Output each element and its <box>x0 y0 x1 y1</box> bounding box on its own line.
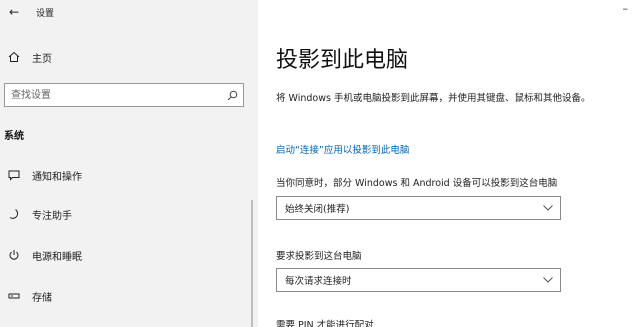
search-input[interactable] <box>5 85 221 105</box>
minimize-button[interactable]: – <box>623 2 629 15</box>
back-button[interactable]: ← <box>0 0 28 24</box>
project-availability-dropdown[interactable]: 始终关闭(推荐) <box>276 196 561 220</box>
home-icon <box>4 51 24 63</box>
notification-icon <box>4 169 24 181</box>
dropdown-selected-value: 始终关闭(推荐) <box>285 204 350 215</box>
setting-label-project-availability: 当你同意时，部分 Windows 和 Android 设备可以投影到这台电脑 <box>276 178 558 189</box>
section-title: 系统 <box>4 131 24 142</box>
storage-icon <box>4 290 24 302</box>
launch-connect-app-link[interactable]: 启动“连接”应用以投影到此电脑 <box>276 142 409 156</box>
sidebar-item-label: 专注助手 <box>32 210 72 222</box>
setting-label-require-pin: 需要 PIN 才能进行配对 <box>276 320 374 327</box>
sidebar: ← 设置 主页 系统 通知和操作 专注助手 电源和睡眠 <box>0 0 258 327</box>
dropdown-selected-value: 每次请求连接时 <box>285 276 352 287</box>
title-bar: ← 设置 <box>0 0 258 24</box>
page-description: 将 Windows 手机或电脑投影到此屏幕，并使用其键盘、鼠标和其他设备。 <box>276 93 591 104</box>
setting-label-ask-to-project: 要求投影到这台电脑 <box>276 251 362 262</box>
chevron-down-icon <box>536 205 560 211</box>
sidebar-item-label: 电源和睡眠 <box>32 251 82 263</box>
chevron-down-icon <box>536 277 560 283</box>
ask-to-project-dropdown[interactable]: 每次请求连接时 <box>276 268 561 292</box>
sidebar-item-label: 通知和操作 <box>32 171 82 183</box>
sidebar-item-notifications[interactable]: 通知和操作 <box>0 162 250 188</box>
back-arrow-icon: ← <box>8 5 20 19</box>
sidebar-item-focus-assist[interactable]: 专注助手 <box>0 201 250 227</box>
home-nav-item[interactable]: 主页 <box>0 44 258 70</box>
page-title: 投影到此电脑 <box>276 48 409 73</box>
sidebar-scrollbar[interactable] <box>251 200 253 327</box>
app-title: 设置 <box>36 8 55 19</box>
search-icon[interactable] <box>221 90 243 101</box>
sidebar-item-power-sleep[interactable]: 电源和睡眠 <box>0 242 250 268</box>
sidebar-item-storage[interactable]: 存储 <box>0 283 250 309</box>
search-box[interactable] <box>4 83 244 107</box>
sidebar-item-label: 存储 <box>32 292 52 304</box>
home-label: 主页 <box>32 53 52 65</box>
power-icon <box>4 249 24 261</box>
moon-icon <box>4 208 24 220</box>
minimize-icon: – <box>622 2 629 15</box>
main-content: – 投影到此电脑 将 Windows 手机或电脑投影到此屏幕，并使用其键盘、鼠标… <box>258 0 640 327</box>
